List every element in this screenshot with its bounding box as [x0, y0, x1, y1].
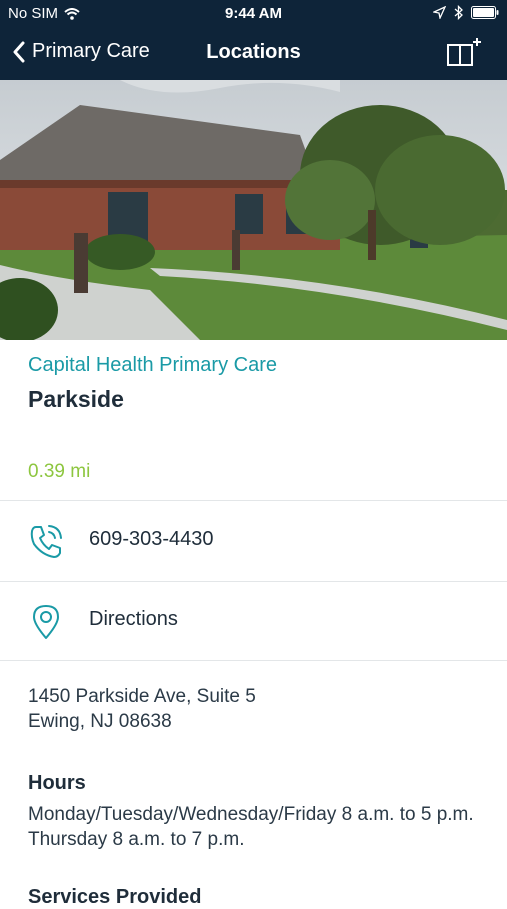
battery-icon [471, 6, 499, 19]
divider [0, 660, 507, 661]
phone-number: 609-303-4430 [89, 528, 214, 550]
location-arrow-icon [433, 6, 446, 19]
address-line-1: 1450 Parkside Ave, Suite 5 [28, 686, 256, 707]
directions-row[interactable]: Directions [0, 582, 507, 660]
phone-icon [30, 525, 62, 558]
map-pin-icon [33, 605, 59, 639]
bluetooth-icon [454, 5, 463, 20]
nav-bar: Primary Care Locations [0, 28, 507, 80]
location-name: Parkside [28, 386, 124, 412]
hours-heading: Hours [28, 772, 86, 794]
status-bar: No SIM 9:44 AM [0, 0, 507, 28]
address: 1450 Parkside Ave, Suite 5 Ewing, NJ 086… [28, 684, 256, 734]
organization-name: Capital Health Primary Care [28, 354, 277, 376]
page-title: Locations [206, 41, 301, 63]
book-add-icon[interactable] [443, 34, 483, 74]
divider [0, 500, 507, 501]
address-line-2: Ewing, NJ 08638 [28, 711, 172, 732]
location-photo [0, 80, 507, 340]
hours-text: Monday/Tuesday/Wednesday/Friday 8 a.m. t… [28, 804, 474, 850]
distance-label: 0.39 mi [28, 461, 91, 482]
directions-label: Directions [89, 608, 178, 630]
status-time: 9:44 AM [225, 5, 282, 22]
phone-row[interactable]: 609-303-4430 [0, 502, 507, 580]
services-heading: Services Provided [28, 886, 202, 908]
